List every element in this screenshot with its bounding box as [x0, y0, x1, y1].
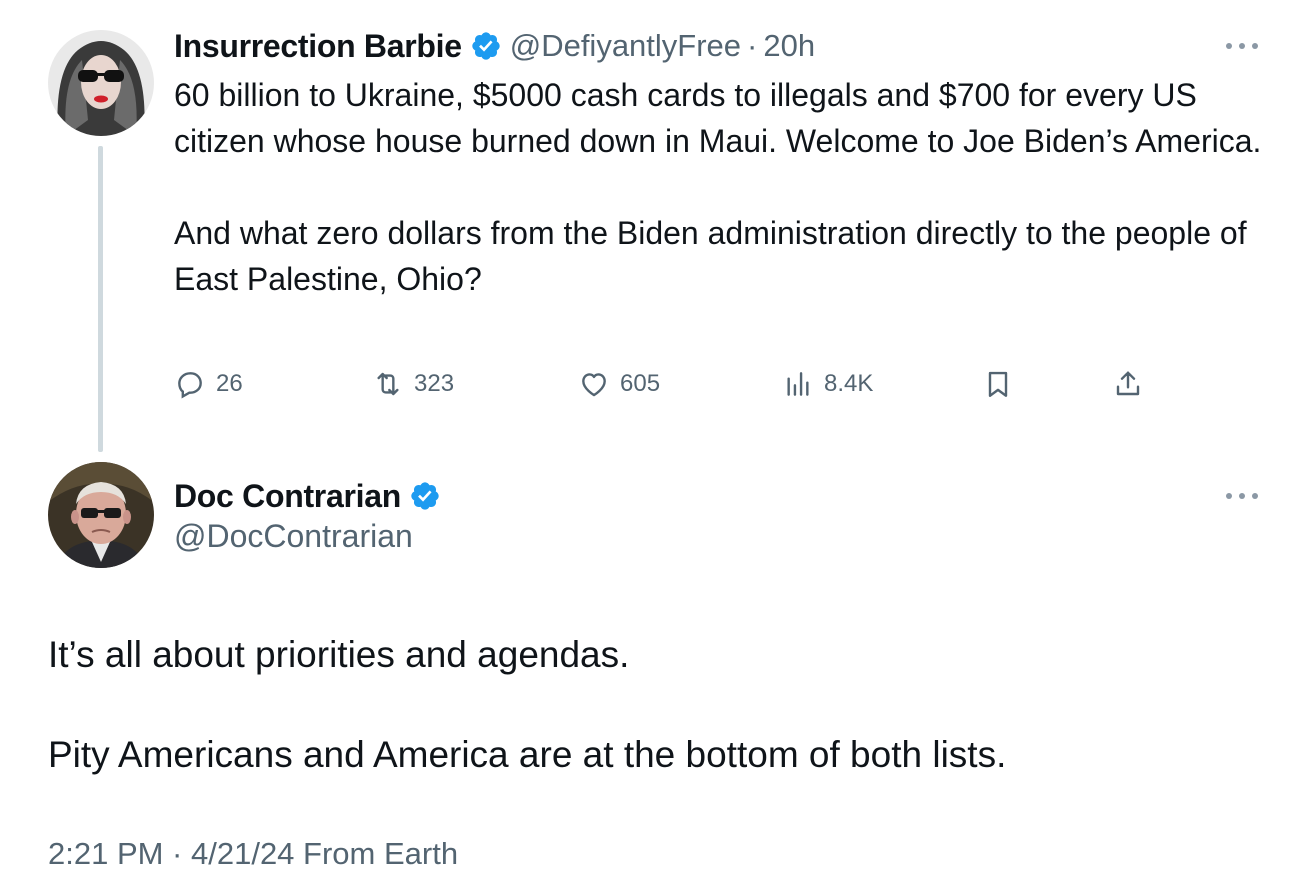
- like-button[interactable]: 605: [578, 364, 660, 404]
- reply-button[interactable]: 26: [174, 364, 243, 404]
- reply-tweet-text: It’s all about priorities and agendas. P…: [48, 630, 1258, 780]
- views-icon: [787, 372, 809, 396]
- bookmark-icon: [988, 371, 1008, 397]
- repost-button[interactable]: 323: [372, 364, 454, 404]
- more-icon[interactable]: [1226, 36, 1258, 56]
- avatar-doc-contrarian[interactable]: [48, 462, 154, 568]
- verified-badge-icon[interactable]: [409, 480, 441, 512]
- thread-line: [98, 146, 103, 452]
- avatar-insurrection-barbie[interactable]: [48, 30, 154, 136]
- repost-icon: [377, 372, 399, 396]
- separator-dot: ·: [747, 28, 758, 63]
- like-icon: [582, 373, 606, 397]
- views-button[interactable]: 8.4K: [782, 364, 873, 404]
- author-handle[interactable]: @DocContrarian: [174, 518, 413, 555]
- author-handle[interactable]: @DefiyantlyFree: [510, 28, 741, 64]
- bookmark-button[interactable]: [982, 364, 1014, 404]
- original-tweet-header: Insurrection Barbie @DefiyantlyFree · 20…: [174, 26, 815, 66]
- verified-badge-icon[interactable]: [470, 30, 502, 62]
- tweet-action-bar: 26 323 605 8.4K: [174, 364, 1174, 404]
- tweet-meta-timestamp[interactable]: 2:21 PM · 4/21/24 From Earth: [48, 836, 458, 872]
- reply-icon: [178, 372, 202, 399]
- tweet-paragraph: Pity Americans and America are at the bo…: [48, 734, 1007, 775]
- tweet-timestamp[interactable]: 20h: [763, 28, 815, 64]
- share-button[interactable]: [1112, 364, 1144, 404]
- more-icon[interactable]: [1226, 486, 1258, 506]
- reply-count: 26: [216, 370, 243, 397]
- views-count: 8.4K: [824, 370, 874, 397]
- tweet-paragraph: And what zero dollars from the Biden adm…: [174, 215, 1247, 297]
- original-tweet-text: 60 billion to Ukraine, $5000 cash cards …: [174, 72, 1264, 302]
- tweet-paragraph: It’s all about priorities and agendas.: [48, 634, 630, 675]
- author-display-name[interactable]: Insurrection Barbie: [174, 28, 462, 65]
- share-icon: [1116, 371, 1140, 396]
- like-count: 605: [620, 370, 661, 397]
- tweet-paragraph: 60 billion to Ukraine, $5000 cash cards …: [174, 77, 1262, 159]
- reply-tweet-header: Doc Contrarian: [174, 476, 441, 516]
- author-display-name[interactable]: Doc Contrarian: [174, 478, 401, 515]
- repost-count: 323: [414, 370, 455, 397]
